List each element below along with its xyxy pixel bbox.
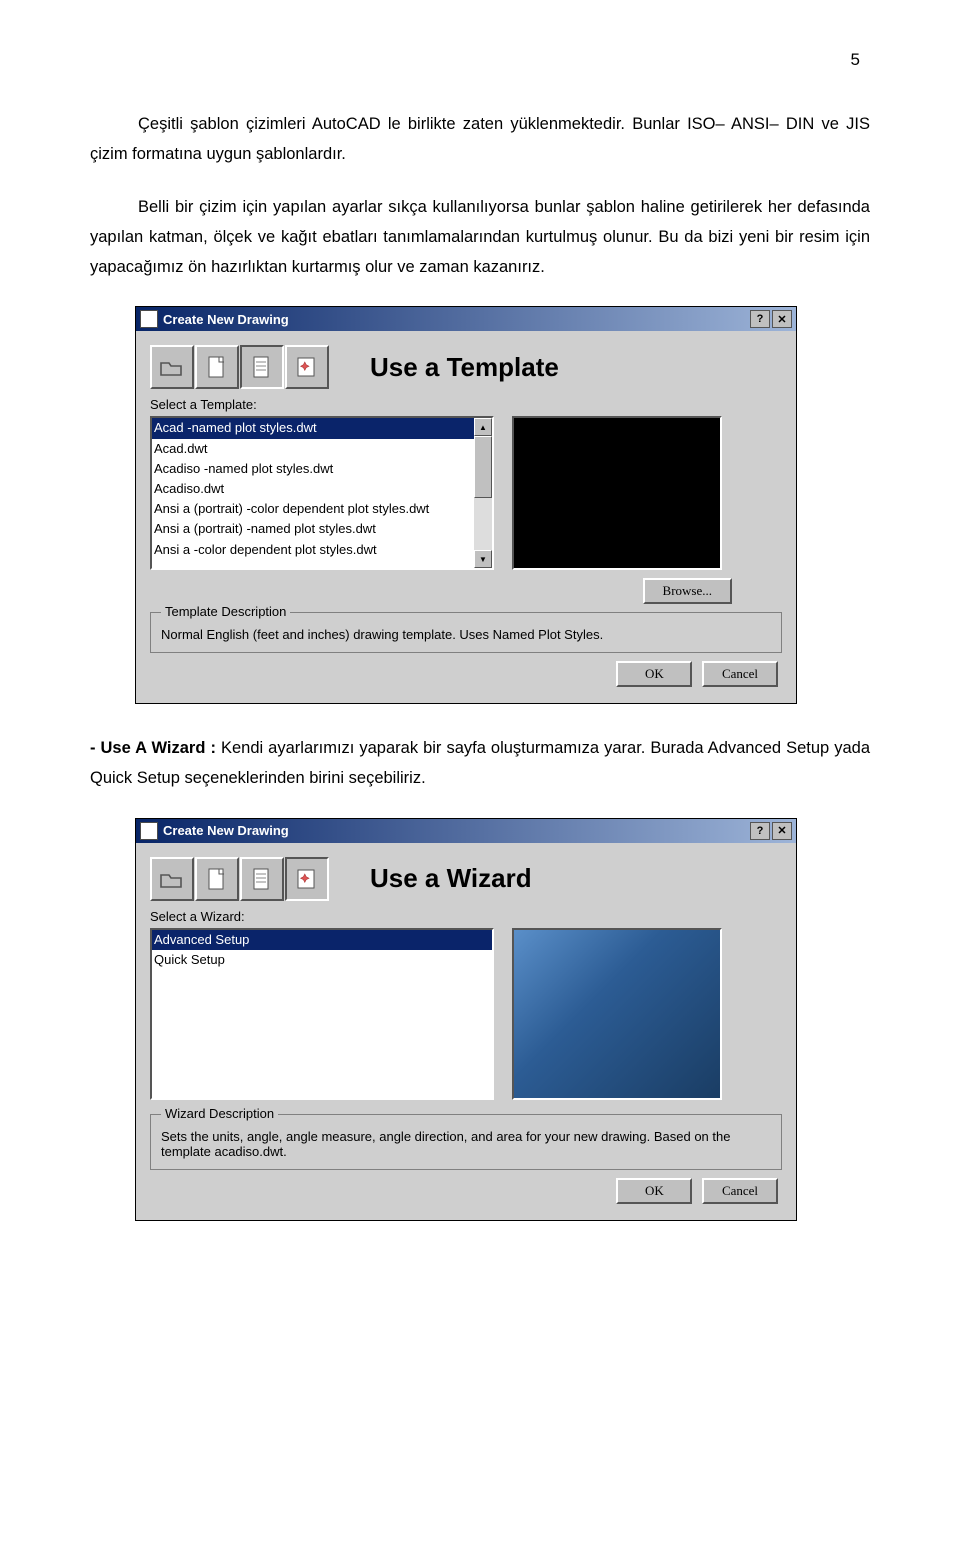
titlebar: Create New Drawing ? ✕	[136, 819, 796, 843]
close-button[interactable]: ✕	[772, 822, 792, 840]
dialog-title: Create New Drawing	[163, 312, 289, 327]
group-legend: Wizard Description	[161, 1106, 278, 1121]
help-button[interactable]: ?	[750, 310, 770, 328]
template-button[interactable]	[240, 857, 284, 901]
wizard-description-text: Sets the units, angle, angle measure, an…	[161, 1129, 730, 1159]
template-button[interactable]	[240, 345, 284, 389]
template-sheet-icon	[252, 355, 272, 379]
template-description-group: Template Description Normal English (fee…	[150, 612, 782, 653]
dialog-create-new-drawing-wizard: Create New Drawing ? ✕ Use a Wizard	[135, 818, 797, 1221]
folder-open-icon	[159, 869, 185, 889]
use-a-wizard-label: - Use A Wizard	[90, 739, 205, 757]
app-icon	[140, 310, 158, 328]
list-item[interactable]: Acadiso -named plot styles.dwt	[152, 459, 474, 479]
wizard-description-group: Wizard Description Sets the units, angle…	[150, 1114, 782, 1170]
preview-pane	[512, 416, 722, 570]
wizard-sparkle-icon	[295, 355, 319, 379]
wizard-listbox[interactable]: Advanced Setup Quick Setup	[150, 928, 494, 1100]
wizard-button[interactable]	[285, 345, 329, 389]
page-number: 5	[90, 50, 870, 70]
list-item[interactable]: Acadiso.dwt	[152, 479, 474, 499]
list-item[interactable]: Quick Setup	[152, 950, 492, 970]
group-legend: Template Description	[161, 604, 290, 619]
dialog-heading: Use a Template	[330, 352, 782, 383]
preview-pane	[512, 928, 722, 1100]
blank-sheet-icon	[207, 355, 227, 379]
list-item[interactable]: Advanced Setup	[152, 930, 492, 950]
cancel-button[interactable]: Cancel	[702, 661, 778, 687]
close-button[interactable]: ✕	[772, 310, 792, 328]
dialog-create-new-drawing-template: Create New Drawing ? ✕ Use a Template	[135, 306, 797, 704]
template-sheet-icon	[252, 867, 272, 891]
wizard-sparkle-icon	[295, 867, 319, 891]
browse-button[interactable]: Browse...	[643, 578, 732, 604]
list-item[interactable]: Ansi a (portrait) -color dependent plot …	[152, 499, 474, 519]
help-button[interactable]: ?	[750, 822, 770, 840]
list-item[interactable]: Ansi a -color dependent plot styles.dwt	[152, 540, 474, 560]
blank-sheet-icon	[207, 867, 227, 891]
app-icon	[140, 822, 158, 840]
list-item[interactable]: Ansi a (portrait) -named plot styles.dwt	[152, 519, 474, 539]
scroll-thumb[interactable]	[474, 436, 492, 498]
titlebar: Create New Drawing ? ✕	[136, 307, 796, 331]
dialog-heading: Use a Wizard	[330, 863, 782, 894]
cancel-button[interactable]: Cancel	[702, 1178, 778, 1204]
blank-sheet-button[interactable]	[195, 345, 239, 389]
list-item[interactable]: Acad.dwt	[152, 439, 474, 459]
open-icon-button[interactable]	[150, 857, 194, 901]
toolbar: Use a Wizard	[150, 857, 782, 901]
scroll-down-icon[interactable]: ▼	[474, 550, 492, 568]
select-wizard-label: Select a Wizard:	[150, 909, 782, 924]
dialog-title: Create New Drawing	[163, 823, 289, 838]
folder-open-icon	[159, 357, 185, 377]
paragraph-1: Çeşitli şablon çizimleri AutoCAD le birl…	[90, 110, 870, 169]
template-listbox[interactable]: Acad -named plot styles.dwt Acad.dwt Aca…	[150, 416, 494, 570]
blank-sheet-button[interactable]	[195, 857, 239, 901]
paragraph-3: - Use A Wizard : Kendi ayarlarımızı yapa…	[90, 734, 870, 793]
template-description-text: Normal English (feet and inches) drawing…	[161, 627, 603, 642]
select-template-label: Select a Template:	[150, 397, 782, 412]
paragraph-2: Belli bir çizim için yapılan ayarlar sık…	[90, 193, 870, 282]
scrollbar[interactable]: ▲ ▼	[474, 418, 492, 568]
scroll-up-icon[interactable]: ▲	[474, 418, 492, 436]
wizard-button[interactable]	[285, 857, 329, 901]
separator: :	[205, 739, 221, 757]
list-item[interactable]: Acad -named plot styles.dwt	[152, 418, 474, 438]
ok-button[interactable]: OK	[616, 1178, 692, 1204]
open-icon-button[interactable]	[150, 345, 194, 389]
toolbar: Use a Template	[150, 345, 782, 389]
ok-button[interactable]: OK	[616, 661, 692, 687]
